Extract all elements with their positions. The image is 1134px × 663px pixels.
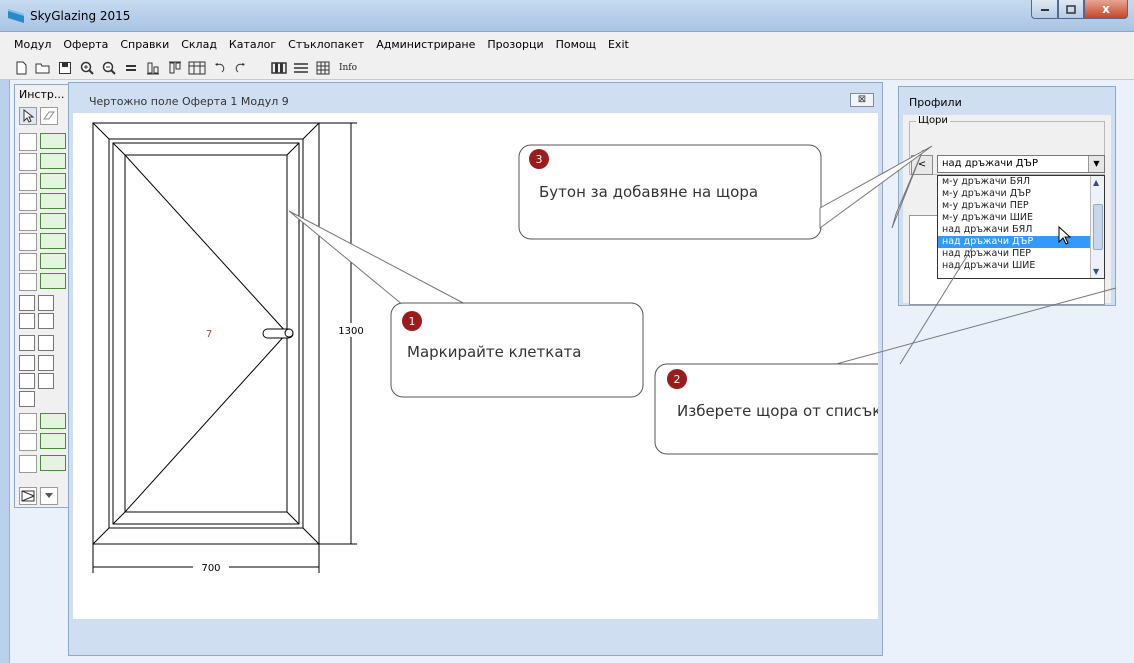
toolbar: Info	[0, 56, 1134, 80]
open-icon	[35, 63, 50, 73]
rows-view-icon	[294, 62, 308, 73]
close-button[interactable]: x	[1084, 0, 1128, 19]
window-controls: x	[1031, 0, 1128, 20]
align-bottom-button[interactable]	[144, 59, 162, 77]
new-icon	[16, 61, 27, 74]
menu-bar: Модул Оферта Справки Склад Каталог Стъкл…	[0, 32, 1134, 56]
redo-icon	[235, 62, 245, 72]
workspace: Инстр... Чертожно поле Оферта 1 Модул 9 …	[0, 80, 1134, 663]
maximize-button[interactable]	[1058, 0, 1084, 19]
align-top-icon	[169, 61, 181, 73]
app-icon	[8, 9, 24, 23]
info-button[interactable]: Info	[336, 59, 360, 77]
save-icon	[59, 61, 71, 74]
zoom-in-icon	[80, 61, 94, 75]
columns-view-icon	[271, 61, 287, 74]
save-button[interactable]	[56, 59, 74, 77]
menu-exit[interactable]: Exit	[602, 38, 635, 51]
menu-help[interactable]: Помощ	[550, 38, 602, 51]
align-top-button[interactable]	[166, 59, 184, 77]
callout-pointers	[819, 145, 1117, 365]
undo-icon	[215, 62, 225, 72]
menu-glass-unit[interactable]: Стъклопакет	[282, 38, 370, 51]
frame-grid-button[interactable]	[188, 59, 206, 77]
equal-icon	[126, 64, 136, 71]
open-button[interactable]	[34, 59, 52, 77]
menu-administration[interactable]: Администриране	[370, 38, 481, 51]
view-grid-button[interactable]	[314, 59, 332, 77]
undo-button[interactable]	[210, 59, 228, 77]
menu-windows[interactable]: Прозорци	[481, 38, 549, 51]
window-title: SkyGlazing 2015	[30, 9, 131, 23]
menu-catalog[interactable]: Каталог	[223, 38, 282, 51]
menu-warehouse[interactable]: Склад	[175, 38, 223, 51]
align-bottom-icon	[147, 62, 159, 74]
new-button[interactable]	[12, 59, 30, 77]
maximize-icon	[1066, 4, 1076, 14]
menu-module[interactable]: Модул	[8, 38, 57, 51]
view-rows-button[interactable]	[292, 59, 310, 77]
mouse-cursor-icon	[1058, 226, 1072, 245]
equal-size-button[interactable]	[122, 59, 140, 77]
zoom-in-button[interactable]	[78, 59, 96, 77]
title-bar: SkyGlazing 2015 x	[0, 0, 1134, 32]
minimize-button[interactable]	[1031, 0, 1058, 19]
menu-reports[interactable]: Справки	[114, 38, 175, 51]
zoom-out-icon	[102, 61, 116, 75]
zoom-out-button[interactable]	[100, 59, 118, 77]
frame-grid-icon	[188, 61, 206, 74]
view-columns-button[interactable]	[270, 59, 288, 77]
menu-offer[interactable]: Оферта	[57, 38, 114, 51]
grid-view-icon	[316, 61, 330, 74]
minimize-icon	[1040, 9, 1049, 11]
redo-button[interactable]	[232, 59, 250, 77]
close-icon: x	[1102, 2, 1110, 16]
